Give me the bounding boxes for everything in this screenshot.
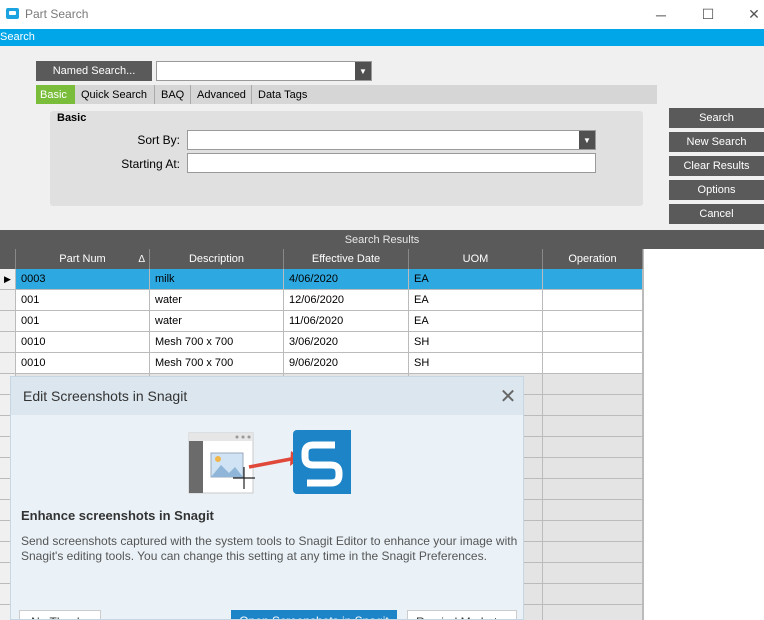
- no-thanks-button[interactable]: No Thanks: [19, 610, 101, 619]
- table-cell: [543, 374, 643, 394]
- row-selector[interactable]: ▶: [0, 269, 16, 289]
- chevron-down-icon[interactable]: ▼: [355, 62, 371, 80]
- table-cell: [543, 605, 643, 620]
- starting-at-input[interactable]: [187, 153, 596, 173]
- starting-at-label: Starting At:: [121, 157, 180, 171]
- table-cell[interactable]: [543, 290, 643, 310]
- search-strip: [0, 29, 764, 46]
- sort-by-dropdown[interactable]: ▼: [187, 130, 596, 150]
- table-cell[interactable]: 0003: [16, 269, 150, 289]
- table-cell[interactable]: [543, 332, 643, 352]
- column-header-operation[interactable]: Operation: [543, 249, 643, 269]
- search-button[interactable]: Search: [669, 108, 764, 128]
- table-cell: [543, 437, 643, 457]
- named-search-dropdown[interactable]: ▼: [156, 61, 372, 81]
- snagit-illustration: [188, 430, 351, 494]
- app-icon: [6, 8, 19, 19]
- table-cell[interactable]: 11/06/2020: [284, 311, 409, 331]
- clear-results-button[interactable]: Clear Results: [669, 156, 764, 176]
- table-cell[interactable]: [543, 269, 643, 289]
- table-cell[interactable]: 4/06/2020: [284, 269, 409, 289]
- sort-by-label: Sort By:: [137, 133, 180, 147]
- table-cell[interactable]: Mesh 700 x 700: [150, 332, 284, 352]
- table-cell[interactable]: [543, 353, 643, 373]
- tab-advanced[interactable]: Advanced: [193, 85, 252, 104]
- named-search-button[interactable]: Named Search...: [36, 61, 152, 81]
- minimize-icon[interactable]: ─: [638, 0, 684, 29]
- table-cell: [543, 542, 643, 562]
- table-cell: [543, 395, 643, 415]
- remind-later-button[interactable]: Remind Me Later: [407, 610, 517, 619]
- strip-title: Search: [0, 31, 35, 43]
- maximize-icon[interactable]: ☐: [685, 0, 731, 29]
- table-cell[interactable]: SH: [409, 332, 543, 352]
- column-header-label: Part Num: [59, 253, 106, 265]
- window-title: Part Search: [25, 7, 89, 21]
- dialog-title: Edit Screenshots in Snagit: [23, 388, 188, 404]
- table-cell[interactable]: EA: [409, 269, 543, 289]
- table-row[interactable]: 0010 Mesh 700 x 700 3/06/2020 SH: [0, 332, 643, 353]
- table-cell[interactable]: milk: [150, 269, 284, 289]
- table-cell: [543, 521, 643, 541]
- table-cell[interactable]: 001: [16, 311, 150, 331]
- table-cell[interactable]: [543, 311, 643, 331]
- table-cell: [543, 479, 643, 499]
- tab-baq[interactable]: BAQ: [157, 85, 191, 104]
- screenshot-window-icon: [188, 432, 255, 494]
- column-header-part-num[interactable]: Part Num Δ: [16, 249, 150, 269]
- sort-ascending-icon: Δ: [138, 253, 145, 265]
- open-in-snagit-button[interactable]: Open Screenshots in Snagit: [231, 610, 397, 619]
- table-row[interactable]: ▶ 0003 milk 4/06/2020 EA: [0, 269, 643, 290]
- basic-heading: Basic: [57, 112, 87, 124]
- column-header-description[interactable]: Description: [150, 249, 284, 269]
- snagit-logo-icon: [293, 430, 351, 494]
- table-cell[interactable]: 001: [16, 290, 150, 310]
- row-header-corner: [0, 249, 16, 269]
- close-icon[interactable]: ✕: [731, 0, 764, 29]
- table-row[interactable]: 0010 Mesh 700 x 700 9/06/2020 SH: [0, 353, 643, 374]
- table-cell[interactable]: EA: [409, 311, 543, 331]
- cancel-button[interactable]: Cancel: [669, 204, 764, 224]
- row-pointer-icon: ▶: [4, 273, 11, 284]
- table-row[interactable]: 001 water 11/06/2020 EA: [0, 311, 643, 332]
- new-search-button[interactable]: New Search: [669, 132, 764, 152]
- row-selector[interactable]: [0, 353, 16, 373]
- search-results-header: Search Results: [0, 230, 764, 249]
- options-button[interactable]: Options: [669, 180, 764, 200]
- column-header-uom[interactable]: UOM: [409, 249, 543, 269]
- table-cell[interactable]: EA: [409, 290, 543, 310]
- tab-quick-search[interactable]: Quick Search: [77, 85, 155, 104]
- grid-empty-area: [643, 249, 764, 620]
- row-selector[interactable]: [0, 311, 16, 331]
- tab-data-tags[interactable]: Data Tags: [254, 85, 314, 104]
- table-cell[interactable]: 0010: [16, 353, 150, 373]
- table-cell: [543, 458, 643, 478]
- table-cell[interactable]: water: [150, 311, 284, 331]
- column-header-effective-date[interactable]: Effective Date: [284, 249, 409, 269]
- dialog-body-text: Send screenshots captured with the syste…: [21, 534, 518, 563]
- table-cell: [543, 563, 643, 583]
- table-cell[interactable]: SH: [409, 353, 543, 373]
- chevron-down-icon[interactable]: ▼: [579, 131, 595, 149]
- table-cell[interactable]: 12/06/2020: [284, 290, 409, 310]
- table-cell[interactable]: 3/06/2020: [284, 332, 409, 352]
- dialog-heading: Enhance screenshots in Snagit: [21, 508, 214, 523]
- table-cell[interactable]: Mesh 700 x 700: [150, 353, 284, 373]
- table-cell[interactable]: 9/06/2020: [284, 353, 409, 373]
- table-cell: [543, 584, 643, 604]
- row-selector[interactable]: [0, 290, 16, 310]
- table-cell: [543, 416, 643, 436]
- tab-basic[interactable]: Basic: [36, 85, 75, 104]
- snagit-dialog: Edit Screenshots in Snagit ✕ Enhance scr…: [10, 376, 524, 620]
- close-icon[interactable]: ✕: [496, 384, 520, 408]
- table-cell[interactable]: water: [150, 290, 284, 310]
- row-selector[interactable]: [0, 332, 16, 352]
- table-cell: [543, 500, 643, 520]
- table-cell[interactable]: 0010: [16, 332, 150, 352]
- table-row[interactable]: 001 water 12/06/2020 EA: [0, 290, 643, 311]
